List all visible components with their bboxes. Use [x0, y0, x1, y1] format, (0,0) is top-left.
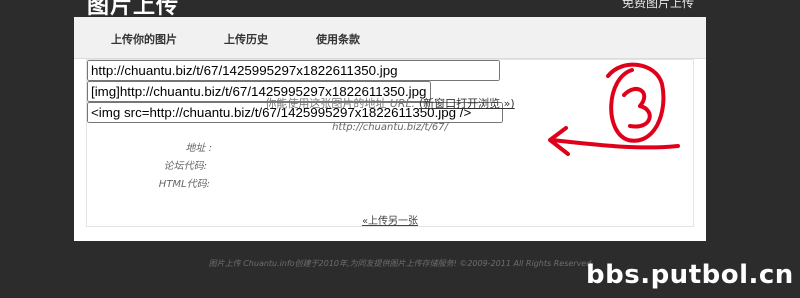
- upload-another-link[interactable]: «上传另一张: [362, 216, 418, 227]
- open-new-window-link[interactable]: (新窗口打开浏览 »): [419, 97, 515, 110]
- forum-code-row: 论坛代码:: [87, 156, 207, 172]
- main-panel: 上传你的图片 上传历史 使用条款 你能使用这张图片的地址 URL: (新窗口打开…: [74, 17, 706, 241]
- tab-upload-history[interactable]: 上传历史: [224, 31, 268, 47]
- html-code-row: HTML代码:: [87, 174, 210, 190]
- intro-line: 你能使用这张图片的地址 URL: (新窗口打开浏览 »): [87, 95, 693, 111]
- short-url: http://chuantu.biz/t/67/: [332, 122, 448, 133]
- tab-terms[interactable]: 使用条款: [316, 31, 360, 47]
- tab-upload-image[interactable]: 上传你的图片: [111, 31, 177, 47]
- nav-bar: 上传你的图片 上传历史 使用条款: [74, 17, 706, 59]
- html-code-label: HTML代码:: [158, 179, 210, 190]
- address-row: 地址 :: [87, 138, 212, 154]
- free-upload-link[interactable]: 免费图片上传: [622, 0, 694, 11]
- upload-another-line: «上传另一张: [87, 212, 693, 227]
- address-field[interactable]: [87, 60, 500, 81]
- result-box: 你能使用这张图片的地址 URL: (新窗口打开浏览 ») http://chua…: [86, 59, 694, 227]
- url-label: URL:: [389, 97, 416, 110]
- intro-text: 你能使用这张图片的地址: [265, 97, 387, 110]
- watermark-text: bbs.putbol.cn: [586, 260, 794, 290]
- forum-code-label: 论坛代码:: [163, 161, 207, 172]
- address-label: 地址 :: [185, 143, 212, 154]
